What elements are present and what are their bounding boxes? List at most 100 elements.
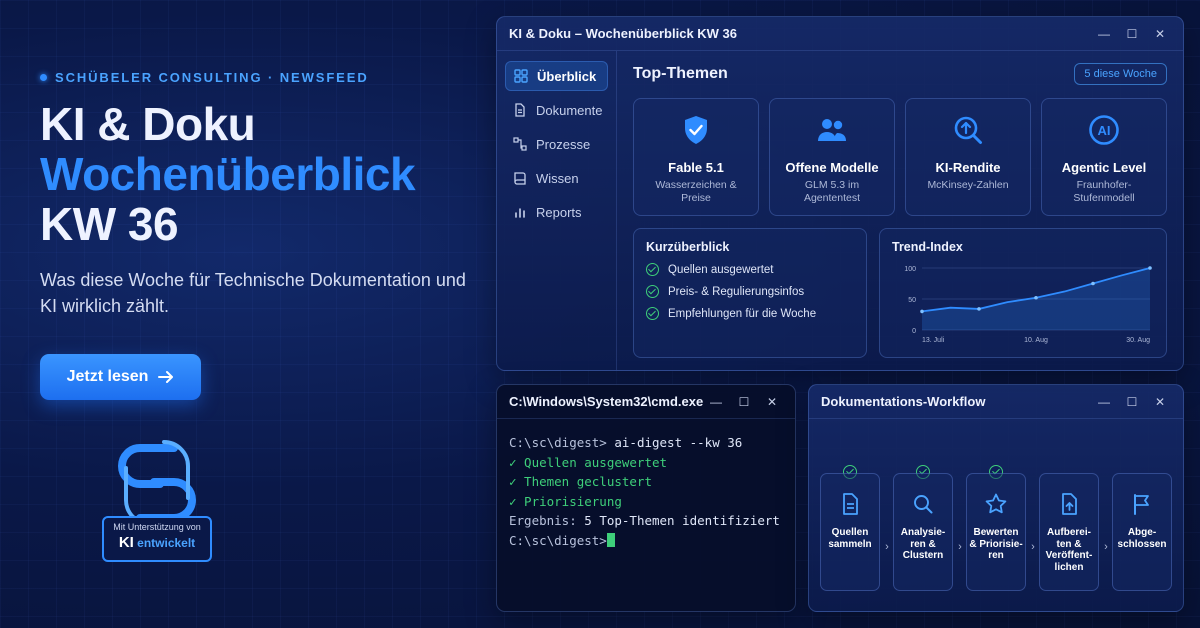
workflow-step[interactable]: Analysie-ren & Clustern bbox=[893, 473, 953, 591]
book-icon bbox=[514, 172, 526, 185]
summary-title: Kurzüberblick bbox=[646, 240, 730, 254]
trend-point bbox=[1091, 281, 1095, 286]
eyebrow-text: SCHÜBELER CONSULTING · NEWSFEED bbox=[55, 70, 369, 85]
process-icon bbox=[513, 137, 527, 151]
logo-badge: Mit Unterstützung von KI entwickelt bbox=[102, 516, 212, 562]
workflow-step[interactable]: Aufberei-ten & Veröffent-lichen bbox=[1039, 473, 1099, 591]
star-icon bbox=[985, 493, 1007, 514]
topic-subtitle: Fraunhofer-Stufenmodell bbox=[1073, 179, 1135, 204]
workflow-step[interactable]: Quellen sammeln bbox=[820, 473, 880, 591]
topic-card[interactable]: Fable 5.1 Wasserzeichen & Preise bbox=[633, 98, 759, 216]
close-icon[interactable]: ✕ bbox=[1149, 394, 1171, 410]
workflow-window: Dokumentations-Workflow — ☐ ✕ Quellen sa… bbox=[808, 384, 1184, 612]
trend-point bbox=[1034, 295, 1038, 300]
hero-title-line2: Wochenüberblick bbox=[40, 148, 416, 200]
read-now-button[interactable]: Jetzt lesen bbox=[40, 354, 201, 400]
maximize-icon[interactable]: ☐ bbox=[1121, 394, 1143, 410]
terminal-window: C:\Windows\System32\cmd.exe — ☐ ✕ C:\sc\… bbox=[496, 384, 796, 612]
close-icon[interactable]: ✕ bbox=[761, 394, 783, 410]
overview-content: Top-Themen 5 diese Woche Fable 5.1 Wasse… bbox=[617, 51, 1183, 370]
hero-title-line1: KI & Doku bbox=[40, 98, 256, 150]
topic-subtitle: McKinsey-Zahlen bbox=[927, 179, 1009, 191]
summary-item-label: Empfehlungen für die Woche bbox=[668, 307, 817, 320]
sidebar-item-knowledge[interactable]: Wissen bbox=[505, 163, 608, 193]
chevron-right-icon: › bbox=[958, 541, 962, 553]
terminal-result-value: 5 Top-Themen identifiziert bbox=[584, 513, 780, 528]
workflow-window-title: Dokumentations-Workflow bbox=[821, 394, 986, 409]
terminal-ok-line: ✓ Themen geclustert bbox=[509, 474, 652, 489]
check-circle-icon bbox=[646, 285, 659, 298]
x-tick-label: 10. Aug bbox=[1024, 337, 1048, 344]
overview-window: KI & Doku – Wochenüberblick KW 36 — ☐ ✕ … bbox=[496, 16, 1184, 371]
workflow-step-label: Aufberei-ten & Veröffent-lichen bbox=[1045, 527, 1093, 573]
company-logo: Mit Unterstützung von KI entwickelt bbox=[102, 438, 212, 564]
topic-card[interactable]: Offene Modelle GLM 5.3 im Agententest bbox=[769, 98, 895, 216]
upload-file-icon bbox=[1062, 493, 1077, 515]
sidebar-item-label: Dokumente bbox=[536, 102, 603, 118]
y-tick-label: 0 bbox=[912, 328, 916, 335]
window-controls: — ☐ ✕ bbox=[1093, 394, 1171, 410]
summary-item: Preis- & Regulierungsinfos bbox=[646, 285, 854, 298]
sidebar-item-label: Prozesse bbox=[536, 136, 591, 152]
topic-card[interactable]: KI-Rendite McKinsey-Zahlen bbox=[905, 98, 1031, 216]
workflow-step[interactable]: Bewerten & Priorisie-ren bbox=[966, 473, 1026, 591]
topic-card[interactable]: AI Agentic Level Fraunhofer-Stufenmodell bbox=[1041, 98, 1167, 216]
trend-point bbox=[977, 307, 981, 311]
y-tick-label: 50 bbox=[908, 297, 916, 304]
content-header: Top-Themen 5 diese Woche bbox=[633, 63, 1167, 85]
terminal-window-title: C:\Windows\System32\cmd.exe bbox=[509, 394, 704, 409]
arrow-right-icon bbox=[158, 371, 174, 383]
overview-window-title: KI & Doku – Wochenüberblick KW 36 bbox=[509, 26, 738, 41]
workflow-titlebar: Dokumentations-Workflow — ☐ ✕ bbox=[809, 385, 1183, 419]
sidebar: Überblick Dokumente Prozesse Wissen Repo… bbox=[497, 51, 617, 370]
topic-subtitle: Wasserzeichen & Preise bbox=[655, 179, 737, 204]
overview-titlebar: KI & Doku – Wochenüberblick KW 36 — ☐ ✕ bbox=[497, 17, 1183, 51]
workflow-step-label: Abge-schlossen bbox=[1117, 527, 1167, 550]
sidebar-item-label: Wissen bbox=[536, 170, 579, 186]
x-tick-label: 30. Aug bbox=[1126, 337, 1150, 344]
svg-text:AI: AI bbox=[1098, 123, 1111, 138]
magnifier-growth-icon bbox=[954, 116, 982, 144]
topic-cards: Fable 5.1 Wasserzeichen & Preise Offene … bbox=[633, 98, 1167, 216]
hero-subtitle: Was diese Woche für Technische Dokumenta… bbox=[40, 270, 466, 316]
section-title: Top-Themen bbox=[633, 65, 728, 82]
hero-title-line3: KW 36 bbox=[40, 198, 179, 250]
summary-item: Empfehlungen für die Woche bbox=[646, 307, 854, 320]
weekly-count-badge[interactable]: 5 diese Woche bbox=[1074, 63, 1167, 85]
lower-panels: Kurzüberblick Quellen ausgewertet Preis-… bbox=[633, 228, 1167, 358]
minimize-icon[interactable]: — bbox=[1093, 26, 1115, 42]
terminal-result-label: Ergebnis: bbox=[509, 513, 577, 528]
sidebar-item-overview[interactable]: Überblick bbox=[505, 61, 608, 91]
topic-title: Offene Modelle bbox=[785, 160, 879, 175]
shield-check-icon bbox=[685, 116, 707, 144]
minimize-icon[interactable]: — bbox=[1093, 394, 1115, 410]
eyebrow-dot bbox=[40, 74, 47, 81]
terminal-titlebar: C:\Windows\System32\cmd.exe — ☐ ✕ bbox=[497, 385, 795, 419]
sidebar-item-processes[interactable]: Prozesse bbox=[505, 129, 608, 159]
trend-point bbox=[920, 309, 924, 314]
logo-line2-ki: KI bbox=[118, 534, 134, 551]
logo-line1: Mit Unterstützung von bbox=[113, 522, 201, 532]
read-now-label: Jetzt lesen bbox=[66, 368, 149, 385]
topic-title: Agentic Level bbox=[1061, 160, 1147, 175]
close-icon[interactable]: ✕ bbox=[1149, 26, 1171, 42]
y-tick-label: 100 bbox=[904, 266, 916, 273]
trend-point bbox=[1148, 266, 1152, 270]
maximize-icon[interactable]: ☐ bbox=[1121, 26, 1143, 42]
window-controls: — ☐ ✕ bbox=[705, 394, 783, 410]
hero-title: KI & Doku Wochenüberblick KW 36 bbox=[40, 99, 480, 249]
minimize-icon[interactable]: — bbox=[705, 394, 727, 410]
terminal-input-line: C:\sc\digest> bbox=[509, 531, 783, 551]
workflow-step[interactable]: Abge-schlossen bbox=[1112, 473, 1172, 591]
terminal-output[interactable]: C:\sc\digest> ai-digest --kw 36 ✓ Quelle… bbox=[497, 419, 795, 564]
trend-chart: 0 50 100 13. Juli 10. Aug 30. Aug bbox=[904, 266, 1152, 344]
topic-subtitle: GLM 5.3 im Agententest bbox=[803, 179, 861, 204]
sidebar-item-reports[interactable]: Reports bbox=[505, 197, 608, 227]
eyebrow: SCHÜBELER CONSULTING · NEWSFEED bbox=[40, 70, 480, 85]
maximize-icon[interactable]: ☐ bbox=[733, 394, 755, 410]
sidebar-item-documents[interactable]: Dokumente bbox=[505, 95, 608, 125]
terminal-prompt: C:\sc\digest> bbox=[509, 435, 607, 450]
terminal-cursor bbox=[606, 532, 615, 547]
topic-title: KI-Rendite bbox=[935, 160, 1001, 175]
workflow-step-label: Analysie-ren & Clustern bbox=[900, 527, 946, 561]
